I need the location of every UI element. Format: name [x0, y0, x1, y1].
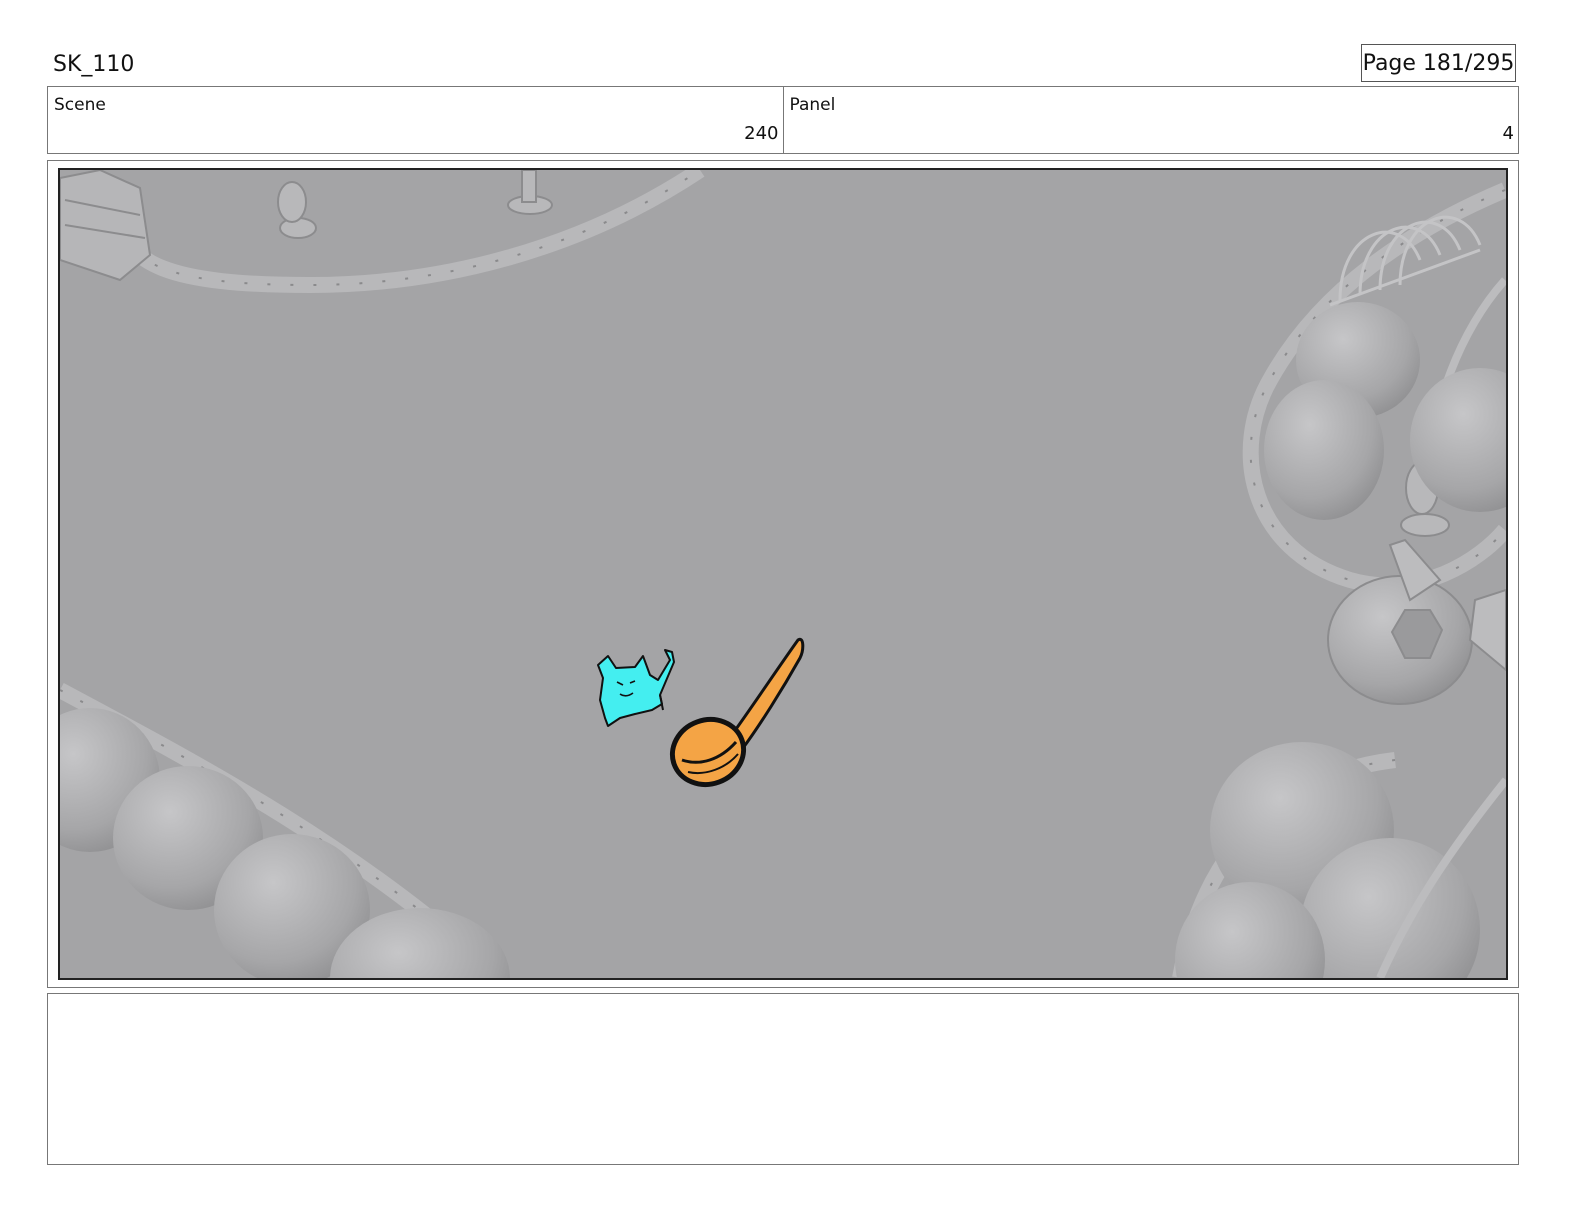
storyboard-drawing [60, 170, 1506, 978]
panel-number: 4 [1502, 123, 1514, 144]
document-title: SK_110 [53, 52, 135, 77]
storyboard-panel-image [58, 168, 1508, 980]
panel-cell: Panel 4 [782, 87, 1519, 153]
notes-area [47, 993, 1519, 1165]
bush-right-2 [1264, 380, 1384, 520]
bench [60, 170, 152, 282]
scene-cell: Scene 240 [48, 87, 783, 153]
scene-number: 240 [744, 123, 779, 144]
scene-panel-info-row: Scene 240 Panel 4 [47, 86, 1519, 154]
panel-label: Panel [789, 95, 836, 115]
scene-label: Scene [54, 95, 106, 115]
page-number-box: Page 181/295 [1361, 44, 1516, 82]
